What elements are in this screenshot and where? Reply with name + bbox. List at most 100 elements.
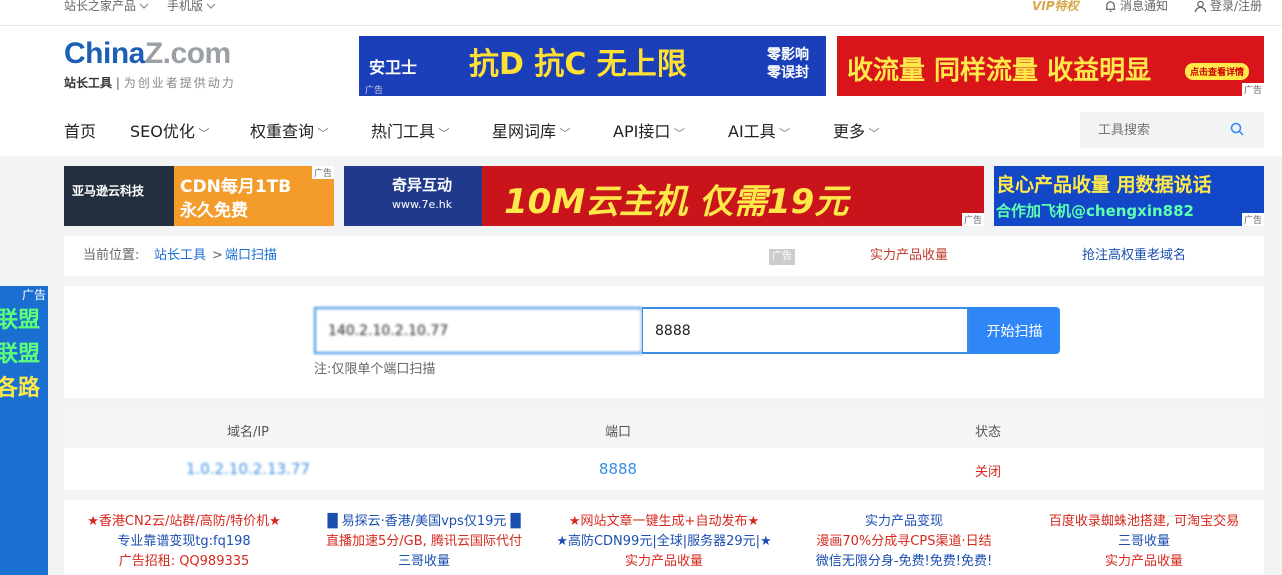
ad-sub: 零影响 零误封 [767, 47, 809, 81]
header-port: 端口 [604, 425, 632, 440]
ad-aws[interactable]: 亚马逊云科技 CDN每月1TB 永久免费 广告 [64, 166, 334, 226]
notifications-label: 消息通知 [1120, 0, 1169, 13]
nav-weight[interactable]: 权重查询 ﹀ [250, 122, 329, 144]
nav-lexicon[interactable]: 星网词库 ﹀ [492, 122, 571, 144]
nav-api[interactable]: API接口 ﹀ [613, 122, 685, 144]
ad-link[interactable]: ★网站文章一键生成+自动发布★ [544, 512, 784, 532]
tool-search [1080, 112, 1264, 148]
breadcrumb-separator: > [212, 248, 223, 263]
login-link[interactable]: 登录/注册 [1194, 0, 1262, 12]
ad-link[interactable]: 微信无限分身-免费!免费!免费! [784, 552, 1024, 572]
nav-seo[interactable]: SEO优化 ﹀ [130, 122, 209, 144]
ad-link[interactable]: 三哥收量 [1024, 532, 1264, 552]
ad-headline: 抗D 抗C 无上限 [469, 47, 687, 82]
ad-link[interactable]: 实力产品收量 [1024, 552, 1264, 572]
chevron-down-icon: ﹀ [670, 127, 685, 140]
ad-7e-cloud[interactable]: 奇异互动 www.7e.hk 10M云主机 仅需19元 广告 [344, 166, 984, 226]
ad-domain: www.7e.hk [392, 198, 453, 211]
ad-links-col-3: ★网站文章一键生成+自动发布★ ★高防CDN99元|全球|服务器29元|★ 实力… [544, 512, 784, 572]
ad-link[interactable]: 漫画70%分成寻CPS渠道·日结 [784, 532, 1024, 552]
header-status: 状态 [974, 425, 1002, 440]
nav-more[interactable]: 更多 ﹀ [833, 122, 880, 144]
ad-tag: 广告 [1241, 83, 1264, 96]
ad-banner-traffic[interactable]: 收流量 同样流量 收益明显 点击查看详情 广告 [837, 36, 1264, 96]
vip-link[interactable]: VIP特权 [1032, 0, 1079, 12]
ad-line2: 合作加飞机@chengxin882 [996, 202, 1194, 220]
ad-headline: 收流量 同样流量 收益明显 [847, 56, 1152, 86]
chevron-down-icon: ﹀ [865, 127, 880, 140]
breadcrumb-root[interactable]: 站长工具 [154, 248, 206, 264]
ad-brand: 亚马逊云科技 [72, 184, 145, 198]
ad-link[interactable]: 专业靠谱变现tg:fq198 [64, 532, 304, 552]
ad-tag: 广告 [365, 86, 384, 96]
results-header: 域名/IP 端口 状态 [64, 408, 1264, 448]
ad-tag: 广告 [961, 213, 984, 226]
bell-icon [1105, 0, 1116, 12]
ad-links-col-4: 实力产品变现 漫画70%分成寻CPS渠道·日结 微信无限分身-免费!免费!免费! [784, 512, 1024, 572]
breadcrumb-ad-link-1[interactable]: 实力产品收量 [870, 248, 948, 264]
ad-tag: 广告 [769, 249, 795, 265]
tool-search-input[interactable] [1080, 112, 1220, 148]
ad-link[interactable]: ★香港CN2云/站群/高防/特价机★ [64, 512, 304, 532]
chevron-down-icon: ﹀ [775, 127, 791, 140]
ad-links-col-1: ★香港CN2云/站群/高防/特价机★ 专业靠谱变现tg:fq198 广告招租: … [64, 512, 304, 572]
scan-note: 注:仅限单个端口扫描 [314, 362, 436, 377]
header: ChinaZ.com 站长工具 | 为创业者提供动力 安卫士 抗D 抗C 无上限… [0, 26, 1282, 156]
logo-slogan: 站长工具 | 为创业者提供动力 [64, 76, 236, 90]
ad-side-left[interactable]: 广告 联盟 联盟 各路 [0, 286, 48, 575]
ad-link[interactable]: █ 易探云·香港/美国vps仅19元 █ [304, 512, 544, 532]
ad-tag: 广告 [311, 166, 334, 179]
nav-home[interactable]: 首页 [64, 122, 96, 142]
chevron-down-icon [206, 3, 216, 9]
chevron-down-icon: ﹀ [194, 127, 210, 140]
user-icon [1194, 0, 1207, 12]
breadcrumb-label: 当前位置: [83, 248, 140, 263]
ad-line1: CDN每月1TB [180, 177, 292, 197]
chevron-down-icon [139, 3, 149, 9]
row-status: 关闭 [974, 465, 1002, 480]
chevron-down-icon: ﹀ [435, 127, 450, 140]
ad-links-col-2: █ 易探云·香港/美国vps仅19元 █ 直播加速5分/GB, 腾讯云国际代付 … [304, 512, 544, 572]
chevron-down-icon: ﹀ [556, 127, 571, 140]
ad-links-grid: ★香港CN2云/站群/高防/特价机★ 专业靠谱变现tg:fq198 广告招租: … [64, 500, 1264, 575]
ad-link[interactable]: 直播加速5分/GB, 腾讯云国际代付 [304, 532, 544, 552]
row-port: 8888 [598, 460, 638, 478]
ad-link[interactable]: 百度收录蜘蛛池搭建, 可淘宝交易 [1024, 512, 1264, 532]
ad-panel: CDN每月1TB 永久免费 [174, 166, 334, 226]
row-host: 1.0.2.10.2.13.77 [185, 460, 311, 478]
search-icon[interactable] [1230, 122, 1244, 136]
ad-link[interactable]: 实力产品收量 [544, 552, 784, 572]
chevron-down-icon: ﹀ [314, 127, 329, 140]
site-products-menu[interactable]: 站长之家产品 [64, 0, 149, 12]
ad-link[interactable]: 实力产品变现 [784, 512, 1024, 532]
ad-link[interactable]: 广告招租: QQ989335 [64, 552, 304, 572]
site-logo[interactable]: ChinaZ.com 站长工具 | 为创业者提供动力 [64, 36, 236, 91]
ad-tag: 广告 [1241, 213, 1264, 226]
site-products-label: 站长之家产品 [64, 0, 137, 13]
nav-ai-tools[interactable]: AI工具 ﹀ [728, 122, 790, 144]
notifications-link[interactable]: 消息通知 [1104, 0, 1168, 12]
logo-wordmark: ChinaZ.com [64, 37, 231, 70]
ad-link[interactable]: 三哥收量 [304, 552, 544, 572]
port-input[interactable] [642, 307, 969, 354]
breadcrumb: 当前位置: 站长工具 > 端口扫描 广告 实力产品收量 抢注高权重老域名 [64, 236, 1264, 276]
start-scan-button[interactable]: 开始扫描 [969, 307, 1060, 354]
host-input[interactable] [314, 307, 642, 354]
login-label: 登录/注册 [1210, 0, 1263, 13]
ad-chengxin[interactable]: 良心产品收量 用数据说话 合作加飞机@chengxin882 广告 [994, 166, 1264, 226]
ad-brand-panel: 奇异互动 www.7e.hk [344, 166, 482, 226]
mobile-menu[interactable]: 手机版 [167, 0, 216, 12]
port-scan-panel: 开始扫描 注:仅限单个端口扫描 [64, 286, 1264, 398]
ad-cta: 点击查看详情 [1185, 63, 1250, 80]
ad-headline: 10M云主机 仅需19元 [504, 182, 849, 222]
ad-text: 联盟 联盟 各路 [0, 308, 41, 401]
nav-hot-tools[interactable]: 热门工具 ﹀ [371, 122, 450, 144]
ad-link[interactable]: ★高防CDN99元|全球|服务器29元|★ [544, 532, 784, 552]
ad-banner-anweishi[interactable]: 安卫士 抗D 抗C 无上限 零影响 零误封 广告 [359, 36, 826, 96]
mobile-label: 手机版 [167, 0, 204, 13]
breadcrumb-ad-link-2[interactable]: 抢注高权重老域名 [1082, 248, 1186, 264]
ad-brand: 奇异互动 [392, 176, 453, 194]
breadcrumb-current[interactable]: 端口扫描 [225, 248, 277, 264]
ad-line2: 永久免费 [180, 201, 248, 221]
ad-tag: 广告 [21, 286, 46, 303]
